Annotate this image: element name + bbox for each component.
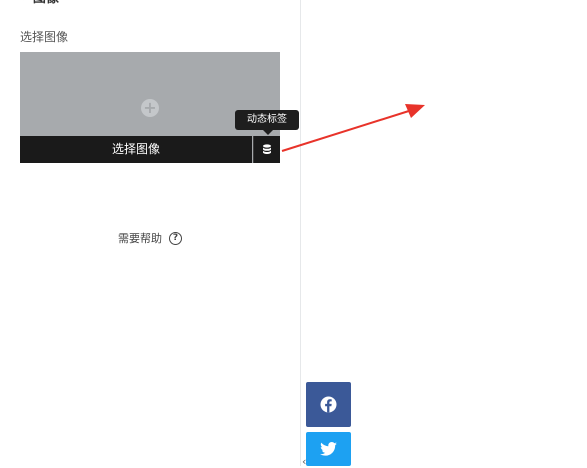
arrow-head bbox=[405, 104, 425, 118]
facebook-share-button[interactable] bbox=[306, 382, 351, 427]
facebook-icon bbox=[320, 396, 337, 413]
twitter-share-button[interactable] bbox=[306, 432, 351, 466]
twitter-icon bbox=[320, 442, 337, 456]
arrow-shaft bbox=[281, 109, 413, 152]
annotation-arrow bbox=[281, 104, 425, 152]
collapse-arrow-icon[interactable]: ‹ bbox=[302, 455, 306, 468]
